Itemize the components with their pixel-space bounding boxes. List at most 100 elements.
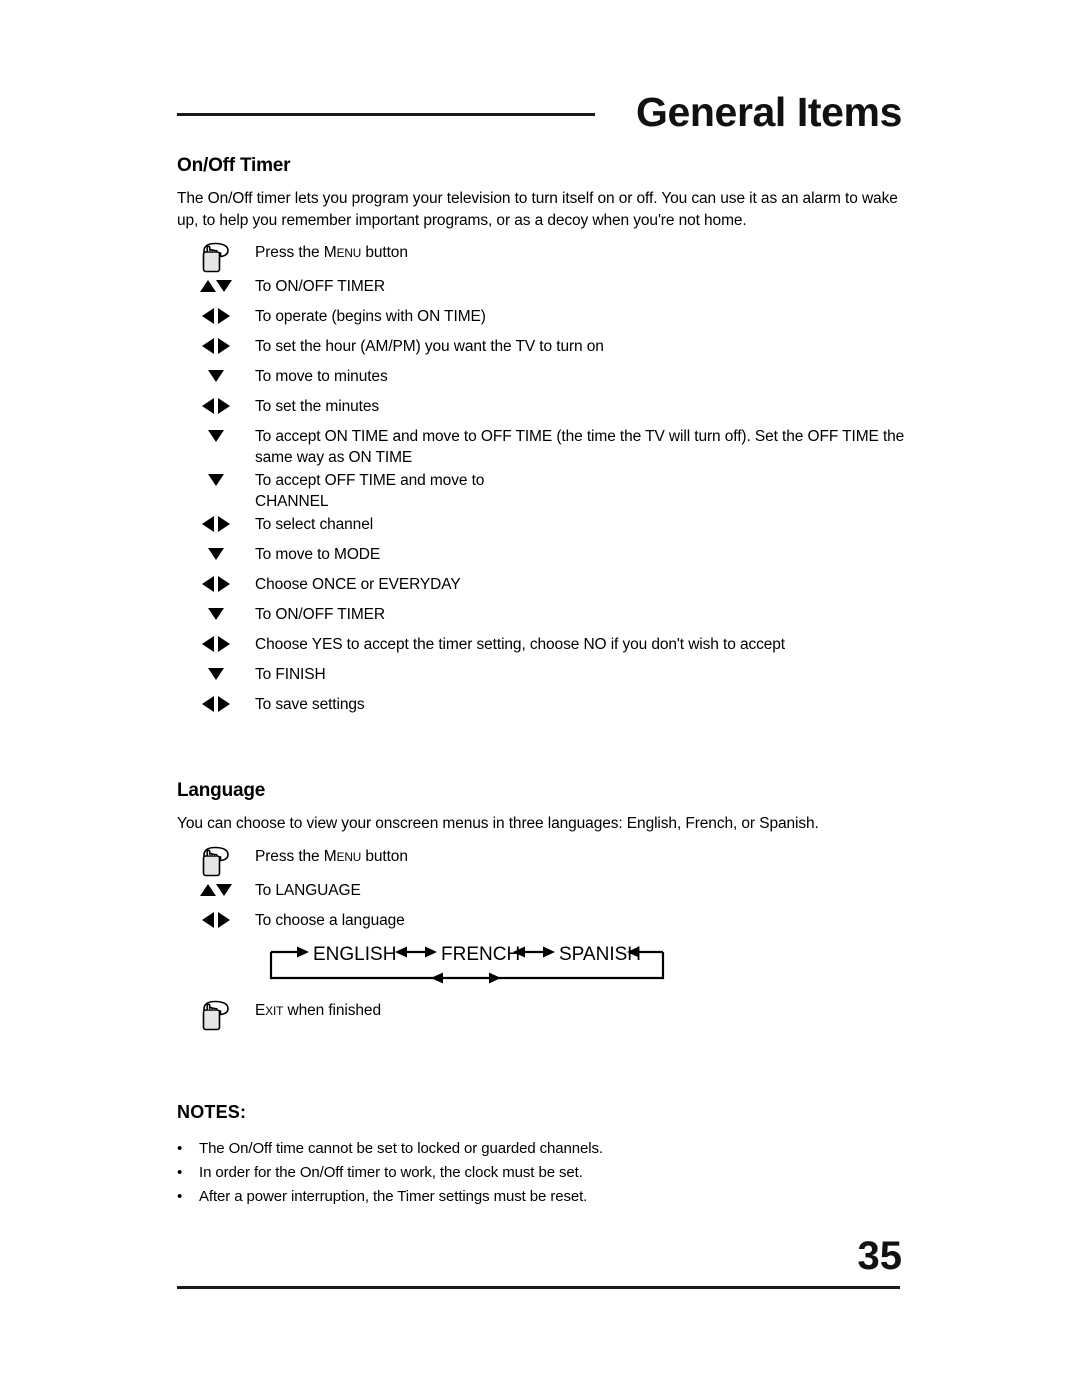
arrow-pair <box>202 694 230 714</box>
exit-keycap-label: EXIT <box>255 1001 284 1019</box>
cycle-label-french: FRENCH <box>441 944 520 965</box>
down-arrow-icon <box>216 883 232 896</box>
language-exit-step: EXIT when finished <box>177 998 907 1032</box>
document-page: General Items On/Off Timer The On/Off ti… <box>0 0 1080 1397</box>
down-arrow-glyph-icon <box>208 474 224 486</box>
step-text-suffix: button <box>361 847 408 865</box>
down-arrow-icon <box>177 468 255 490</box>
language-intro-paragraph: You can choose to view your onscreen men… <box>177 815 819 832</box>
step-row: To ON/OFF TIMER <box>177 602 907 632</box>
arrow-pair <box>202 336 230 356</box>
down-arrow-glyph-icon <box>208 370 224 382</box>
down-arrow-glyph-icon <box>208 668 224 680</box>
up-down-arrows-icon <box>177 274 255 296</box>
right-arrow-icon <box>218 636 230 652</box>
step-label: To move to minutes <box>255 368 388 385</box>
down-arrow-icon <box>177 602 255 624</box>
step-label: To ON/OFF TIMER <box>255 278 385 295</box>
step-label: To save settings <box>255 696 365 713</box>
right-arrow-icon <box>218 516 230 532</box>
left-right-arrows-icon <box>177 572 255 594</box>
step-label: To accept ON TIME and move to OFF TIME (… <box>255 428 905 466</box>
section-heading-language: Language <box>177 780 266 801</box>
right-arrow-icon <box>218 576 230 592</box>
footer-rule <box>177 1286 900 1289</box>
step-row: To set the hour (AM/PM) you want the TV … <box>177 334 907 364</box>
down-arrow-icon <box>216 280 232 292</box>
step-label: Press the MENU button <box>255 240 907 264</box>
section-heading-timer: On/Off Timer <box>177 155 291 176</box>
down-arrow-glyph-icon <box>208 608 224 620</box>
left-right-arrows-icon <box>177 394 255 416</box>
bullet-icon: • <box>177 1139 183 1157</box>
note-text: After a power interruption, the Timer se… <box>199 1187 588 1205</box>
step-label: Choose ONCE or EVERYDAY <box>255 576 461 593</box>
arrow-single <box>208 604 224 624</box>
left-arrow-icon <box>202 338 214 354</box>
press-hand-icon <box>177 844 255 878</box>
step-label: To FINISH <box>255 666 326 683</box>
step-row: To save settings <box>177 692 907 722</box>
left-arrow-icon <box>202 911 214 928</box>
up-arrow-icon <box>200 280 216 292</box>
arrow-pair <box>202 396 230 416</box>
arrow-single <box>208 470 224 490</box>
step-text-suffix: button <box>361 244 408 261</box>
arrow-single <box>208 366 224 386</box>
step-label: Press the MENU button <box>255 844 907 868</box>
step-text-suffix: when finished <box>283 1001 381 1019</box>
left-right-arrows-icon <box>177 334 255 356</box>
left-arrow-icon <box>202 636 214 652</box>
down-arrow-icon <box>177 364 255 386</box>
up-down-arrows-icon <box>177 878 255 900</box>
step-row: To ON/OFF TIMER <box>177 274 907 304</box>
step-row: To select channel <box>177 512 907 542</box>
arrow-pair <box>200 880 232 900</box>
header-rule <box>177 113 595 116</box>
step-row: To operate (begins with ON TIME) <box>177 304 907 334</box>
step-text-line1: To accept OFF TIME and move to <box>255 472 485 489</box>
right-arrow-icon <box>218 338 230 354</box>
arrow-single <box>208 664 224 684</box>
left-right-arrows-icon <box>177 632 255 654</box>
down-arrow-icon <box>177 424 255 446</box>
left-right-arrows-icon <box>177 692 255 714</box>
notes-heading: NOTES: <box>177 1101 247 1122</box>
step-row: Press the MENU button <box>177 240 907 274</box>
arrow-pair <box>202 514 230 534</box>
arrow-single <box>208 426 224 446</box>
press-hand-icon <box>177 240 255 274</box>
arrow-pair <box>202 306 230 326</box>
step-label: EXIT when finished <box>255 998 907 1022</box>
down-arrow-glyph-icon <box>208 430 224 442</box>
step-label: To choose a language <box>255 911 405 929</box>
left-arrow-icon <box>202 308 214 324</box>
left-arrow-icon <box>202 696 214 712</box>
step-label: To ON/OFF TIMER <box>255 606 385 623</box>
step-label: To set the minutes <box>255 398 379 415</box>
timer-intro-paragraph: The On/Off timer lets you program your t… <box>177 190 898 229</box>
left-right-arrows-icon <box>177 512 255 534</box>
cycle-label-spanish: SPANISH <box>559 944 641 965</box>
cycle-label-english: ENGLISH <box>313 944 396 965</box>
step-row: To move to minutes <box>177 364 907 394</box>
page-number: 35 <box>857 1234 903 1278</box>
left-right-arrows-icon <box>177 304 255 326</box>
left-arrow-icon <box>202 398 214 414</box>
step-row: To choose a language <box>177 908 907 938</box>
language-steps-list: Press the MENU button To LANGUAGE To cho… <box>177 844 907 938</box>
note-item: • After a power interruption, the Timer … <box>177 1185 907 1209</box>
menu-keycap-label: MENU <box>323 244 362 261</box>
right-arrow-icon <box>218 911 230 928</box>
step-text-line2: CHANNEL <box>255 493 329 510</box>
press-hand-icon <box>177 998 255 1032</box>
right-arrow-icon <box>218 308 230 324</box>
step-label: To move to MODE <box>255 546 381 563</box>
page-content: On/Off Timer The On/Off timer lets you p… <box>177 155 907 1209</box>
step-row: To accept ON TIME and move to OFF TIME (… <box>177 424 907 468</box>
step-row: To FINISH <box>177 662 907 692</box>
arrow-single <box>208 544 224 564</box>
step-row: To move to MODE <box>177 542 907 572</box>
notes-list: • The On/Off time cannot be set to locke… <box>177 1137 907 1209</box>
note-item: • In order for the On/Off timer to work,… <box>177 1161 907 1185</box>
